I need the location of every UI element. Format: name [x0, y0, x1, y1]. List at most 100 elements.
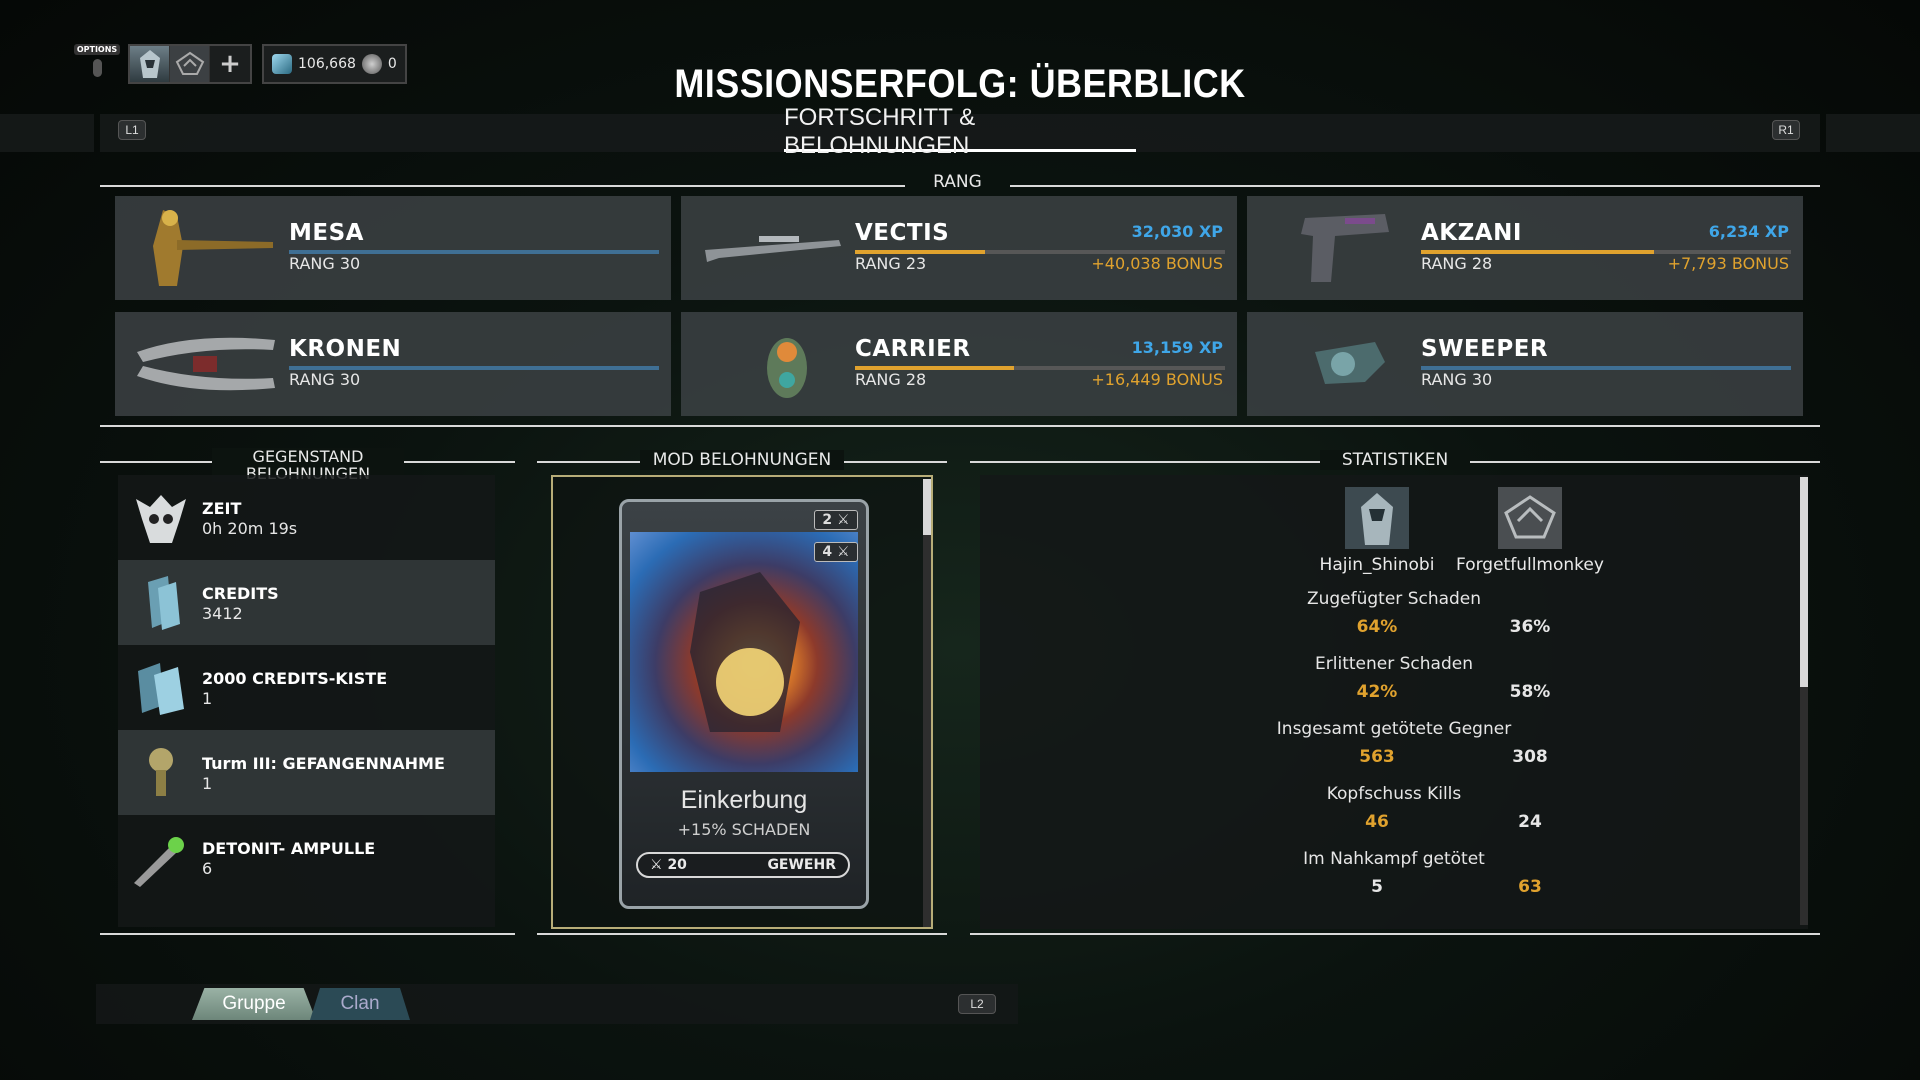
- lotus-crest-icon: [1498, 487, 1562, 549]
- player-1[interactable]: Hajin_Shinobi: [1292, 487, 1462, 575]
- player-name: Forgetfullmonkey: [1456, 555, 1604, 575]
- tab-clan[interactable]: Clan: [310, 988, 410, 1020]
- stat-label: Kopfschuss Kills: [1326, 784, 1462, 804]
- stats-scroll-thumb[interactable]: [1800, 477, 1808, 687]
- list-item[interactable]: ZEIT 0h 20m 19s: [118, 475, 495, 560]
- rank-card-kronen: KRONEN RANG 30: [115, 312, 671, 416]
- card-rank: RANG 30: [1421, 370, 1493, 389]
- tab-row: L1 R1 FORTSCHRITT & BELOHNUNGEN: [0, 104, 1920, 159]
- options-label: OPTIONS: [73, 44, 121, 55]
- mod-scroll-track[interactable]: [923, 479, 931, 927]
- mod-section-title: MOD BELOHNUNGEN: [640, 450, 844, 470]
- items-section-bottom-line: [100, 933, 515, 935]
- card-rank: RANG 23: [855, 254, 927, 273]
- list-item[interactable]: DETONIT- AMPULLE 6: [118, 815, 495, 900]
- card-bonus: +40,038 BONUS: [1091, 254, 1223, 273]
- sweeper-shotgun-icon: [1315, 342, 1385, 384]
- mod-footer: ⚔ 20 GEWEHR: [636, 852, 850, 878]
- stat-label: Insgesamt getötete Gegner: [1276, 719, 1512, 739]
- rank-section-line-right: [1010, 185, 1820, 187]
- card-rank: RANG 30: [289, 370, 361, 389]
- clock-skull-icon: [136, 495, 186, 543]
- card-name: SWEEPER: [1421, 336, 1549, 362]
- card-xp: 32,030 XP: [1131, 222, 1223, 241]
- card-bonus: +16,449 BONUS: [1091, 370, 1223, 389]
- item-count: 6: [202, 859, 213, 878]
- mod-artwork: [630, 532, 858, 772]
- stat-label: Zugefügter Schaden: [1306, 589, 1482, 609]
- card-rank: RANG 28: [1421, 254, 1493, 273]
- mod-section-bottom-line: [537, 933, 947, 935]
- stat-value-p2: 63: [1518, 877, 1542, 897]
- stats-section-title: STATISTIKEN: [1320, 450, 1470, 470]
- card-bonus: +7,793 BONUS: [1667, 254, 1789, 273]
- mod-art-figure-icon: [690, 572, 800, 732]
- tab-row-right-edge: [1826, 114, 1920, 152]
- stat-value-p2: 24: [1518, 812, 1542, 832]
- player-avatar-icon: [1345, 487, 1409, 549]
- stat-value-p1: 64%: [1356, 617, 1398, 637]
- rank-section-line-left: [100, 185, 905, 187]
- item-rewards-list[interactable]: ZEIT 0h 20m 19s CREDITS 3412 2000 CREDIT…: [118, 475, 495, 927]
- rank-card-vectis: VECTIS 32,030 XP RANG 23 +40,038 BONUS: [681, 196, 1237, 300]
- item-count: 1: [202, 774, 213, 793]
- rank-card-carrier: CARRIER 13,159 XP RANG 28 +16,449 BONUS: [681, 312, 1237, 416]
- player-name: Hajin_Shinobi: [1319, 555, 1435, 575]
- mod-scroll-thumb[interactable]: [923, 479, 931, 535]
- card-name: VECTIS: [855, 220, 950, 246]
- items-title-line1: GEGENSTAND: [252, 447, 364, 466]
- l2-button-hint[interactable]: L2: [958, 994, 996, 1014]
- card-xp: 6,234 XP: [1708, 222, 1789, 241]
- item-count: 3412: [202, 604, 243, 623]
- mod-drain-value: 20: [667, 857, 687, 873]
- page-title: MISSIONSERFOLG: ÜBERBLICK: [674, 62, 1246, 106]
- stat-value-p1: 563: [1359, 747, 1395, 767]
- r1-button-hint[interactable]: R1: [1772, 120, 1800, 140]
- tab-row-left-edge: [0, 114, 94, 152]
- card-name: KRONEN: [289, 336, 402, 362]
- player-2[interactable]: Forgetfullmonkey: [1445, 487, 1615, 575]
- item-count: 1: [202, 689, 213, 708]
- mod-rank-chip: 2 ⚔: [814, 510, 858, 530]
- tab-progress-rewards[interactable]: FORTSCHRITT & BELOHNUNGEN: [784, 104, 1136, 159]
- stat-value-p2: 308: [1512, 747, 1548, 767]
- rank-card-sweeper: SWEEPER RANG 30: [1247, 312, 1803, 416]
- chat-tab-bar: Gruppe Clan L2: [96, 984, 1018, 1024]
- list-item[interactable]: Turm III: GEFANGENNAHME 1: [118, 730, 495, 815]
- mod-name: Einkerbung: [680, 786, 808, 814]
- stat-value-p2: 36%: [1509, 617, 1551, 637]
- kronen-tonfa-icon: [137, 337, 275, 391]
- stat-label: Erlittener Schaden: [1315, 654, 1473, 674]
- card-name: CARRIER: [855, 336, 971, 362]
- list-item[interactable]: 2000 CREDITS-KISTE 1: [118, 645, 495, 730]
- card-name: MESA: [289, 220, 364, 246]
- stats-section-bottom-line: [970, 933, 1820, 935]
- credits-cache-icon: [138, 663, 184, 715]
- item-label: CREDITS: [202, 584, 279, 603]
- stat-label: Im Nahkampf getötet: [1303, 849, 1485, 869]
- card-rank: RANG 28: [855, 370, 927, 389]
- card-rank: RANG 30: [289, 254, 361, 273]
- statistics-panel: Hajin_Shinobi Forgetfullmonkey Zugefügte…: [980, 475, 1808, 929]
- stat-value-p1: 42%: [1356, 682, 1398, 702]
- ampule-icon: [134, 837, 184, 887]
- item-label: Turm III: GEFANGENNAHME: [202, 754, 445, 773]
- l1-button-hint[interactable]: L1: [118, 120, 146, 140]
- rank-section-bottom-line: [100, 425, 1820, 427]
- key-icon: [149, 748, 173, 796]
- drain-icon: ⚔: [650, 857, 663, 873]
- akzani-pistol-icon: [1301, 214, 1389, 282]
- card-name: AKZANI: [1421, 220, 1522, 246]
- card-xp: 13,159 XP: [1131, 338, 1223, 357]
- item-label: DETONIT- AMPULLE: [202, 839, 376, 858]
- list-item[interactable]: CREDITS 3412: [118, 560, 495, 645]
- rank-card-mesa: MESA RANG 30: [115, 196, 671, 300]
- item-label: ZEIT: [202, 499, 242, 518]
- mod-type: GEWEHR: [767, 857, 836, 873]
- mod-card[interactable]: 2 ⚔ 4 ⚔ Einkerbung +15% SCHADEN ⚔ 20 GEW…: [619, 499, 869, 909]
- stat-value-p1: 5: [1371, 877, 1383, 897]
- tab-group[interactable]: Gruppe: [192, 988, 316, 1020]
- stat-value-p2: 58%: [1509, 682, 1551, 702]
- mod-rewards-panel: 2 ⚔ 4 ⚔ Einkerbung +15% SCHADEN ⚔ 20 GEW…: [551, 475, 933, 929]
- stat-value-p1: 46: [1365, 812, 1389, 832]
